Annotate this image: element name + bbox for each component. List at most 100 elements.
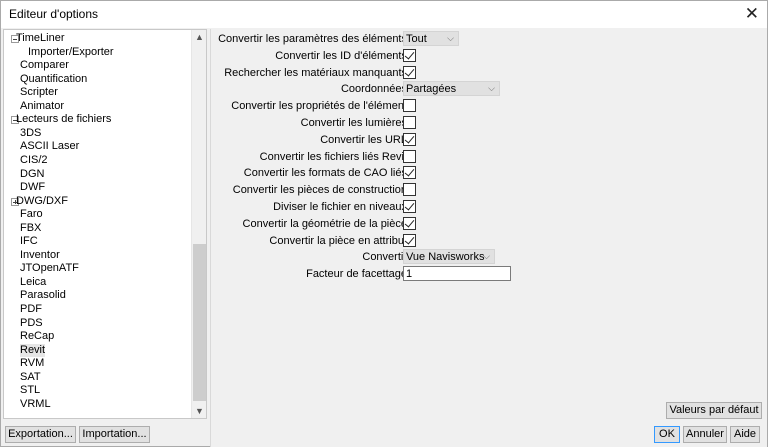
dropdown-value: Partagées xyxy=(406,83,457,96)
input-value: 1 xyxy=(406,268,413,281)
tree-item[interactable]: JTOpenATF xyxy=(4,262,192,275)
option-dropdown[interactable]: Tout ⌵ xyxy=(403,31,459,46)
tree-item[interactable]: PDS xyxy=(4,317,192,330)
tree-scrollbar[interactable]: ▲ ▼ xyxy=(191,30,206,418)
tree-item-label: Leica xyxy=(20,275,47,288)
tree-item[interactable]: ASCII Laser xyxy=(4,140,192,153)
tree-item[interactable]: Lecteurs de fichiers xyxy=(4,113,192,126)
tree-item[interactable]: DWG/DXF xyxy=(4,195,192,208)
option-checkbox[interactable] xyxy=(403,65,416,79)
scrollbar-thumb[interactable] xyxy=(193,244,206,401)
scroll-down-icon[interactable]: ▼ xyxy=(195,407,204,416)
option-row: Diviser le fichier en niveaux xyxy=(211,199,768,214)
options-tree: TimeLiner Importer/Exporter Comparer Quanti… xyxy=(3,29,207,419)
option-label: Convertir la géométrie de la pièce xyxy=(242,217,407,230)
option-label: Coordonnées xyxy=(340,83,407,96)
option-label: Convertir les formats de CAO liés xyxy=(243,167,407,180)
tree-item[interactable]: Quantification xyxy=(4,73,192,86)
option-row: Convertir les ID d'éléments xyxy=(211,48,768,63)
option-checkbox[interactable] xyxy=(403,216,416,230)
tree-item[interactable]: SAT xyxy=(4,371,192,384)
tree-item[interactable]: Leica xyxy=(4,276,192,289)
export-button[interactable]: Exportation... xyxy=(5,426,76,443)
tree-item-label: ReCap xyxy=(20,330,55,343)
option-row: Coordonnées Partagées ⌵ xyxy=(211,81,768,97)
ok-button[interactable]: OK xyxy=(654,426,680,443)
tree-item[interactable]: IFC xyxy=(4,235,192,248)
tree-item-label: IFC xyxy=(20,235,38,248)
option-checkbox[interactable] xyxy=(403,200,416,213)
tree-item[interactable]: VRML xyxy=(4,398,192,411)
tree-item[interactable]: 3DS xyxy=(4,127,192,140)
option-checkbox[interactable] xyxy=(403,116,416,129)
tree-item[interactable]: Scripter xyxy=(4,86,192,99)
tree-item[interactable]: PDF xyxy=(4,303,192,316)
tree-item[interactable]: Animator xyxy=(4,100,192,113)
facet-factor-input[interactable]: 1 xyxy=(403,266,511,282)
import-button[interactable]: Importation... xyxy=(79,426,150,443)
tree-item[interactable]: TimeLiner xyxy=(4,32,192,45)
tree-item[interactable]: Importer/Exporter xyxy=(4,46,192,59)
tree-item[interactable]: DGN xyxy=(4,168,192,181)
scroll-up-icon[interactable]: ▲ xyxy=(195,33,204,42)
tree-item-label: Animator xyxy=(20,99,65,112)
chevron-down-icon[interactable]: ⌵ xyxy=(483,251,490,262)
option-row: Convertir les propriétés de l'élément xyxy=(211,98,768,113)
option-dropdown[interactable]: Partagées ⌵ xyxy=(403,81,500,97)
option-checkbox[interactable] xyxy=(403,166,416,180)
tree-item[interactable]: Comparer xyxy=(4,59,192,72)
tree-item-label: 3DS xyxy=(20,126,42,139)
option-checkbox[interactable] xyxy=(403,233,416,247)
option-checkbox[interactable] xyxy=(403,149,416,163)
chevron-down-icon[interactable]: ⌵ xyxy=(447,33,454,44)
option-label: Convertir les pièces de construction xyxy=(232,184,407,197)
tree-item-label: TimeLiner xyxy=(16,32,65,44)
tree-item[interactable]: DWF xyxy=(4,181,192,194)
tree-item-label: Parasolid xyxy=(20,289,66,302)
tree-item[interactable]: RVM xyxy=(4,357,192,370)
option-label: Convertir les propriétés de l'élément xyxy=(231,100,407,113)
revit-options-panel: Convertir les paramètres des éléments Tou… xyxy=(210,29,767,447)
option-label: Facteur de facettage xyxy=(306,268,407,281)
option-label: Convertir la pièce en attribut xyxy=(269,234,407,247)
dropdown-value: Vue Navisworks xyxy=(406,251,485,264)
tree-item-label: Comparer xyxy=(20,59,69,72)
tree-item[interactable]: STL xyxy=(4,384,192,397)
tree-item[interactable]: Parasolid xyxy=(4,289,192,302)
chevron-down-icon[interactable]: ⌵ xyxy=(488,83,495,94)
tree-item-label: Faro xyxy=(20,208,43,221)
option-row: Convertir les pièces de construction xyxy=(211,182,768,197)
option-checkbox[interactable] xyxy=(403,48,416,62)
cancel-button[interactable]: Annuler xyxy=(683,426,727,443)
option-row: Convertir la géométrie de la pièce xyxy=(211,216,768,231)
tree-item-label: DWF xyxy=(20,181,46,194)
option-label: Convertir les paramètres des éléments xyxy=(218,33,407,45)
tree-item-label: Revit xyxy=(20,343,46,357)
tree-item[interactable]: ReCap xyxy=(4,330,192,343)
tree-item[interactable]: CIS/2 xyxy=(4,154,192,167)
option-row: Convertir les fichiers liés Revit xyxy=(211,149,768,164)
option-label: Convertir les URL xyxy=(320,133,407,146)
title-bar: Editeur d'options ✕ xyxy=(1,1,767,28)
option-checkbox[interactable] xyxy=(403,132,416,146)
option-dropdown[interactable]: Vue Navisworks ⌵ xyxy=(403,249,495,265)
option-row: Convertir les URL xyxy=(211,132,768,147)
tree-item-label: DGN xyxy=(20,167,45,180)
close-icon[interactable]: ✕ xyxy=(745,4,759,24)
tree-item-label: PDF xyxy=(20,303,42,315)
help-button[interactable]: Aide xyxy=(730,426,760,443)
tree-item[interactable]: Inventor xyxy=(4,249,192,262)
option-row: Convertir les lumières xyxy=(211,115,768,130)
option-label: Diviser le fichier en niveaux xyxy=(273,201,407,213)
option-checkbox[interactable] xyxy=(403,183,416,197)
defaults-button[interactable]: Valeurs par défaut xyxy=(666,402,762,419)
option-row: Convertir la pièce en attribut xyxy=(211,233,768,248)
option-row: Convertir Vue Navisworks ⌵ xyxy=(211,249,768,265)
tree-item-label: Scripter xyxy=(20,86,58,99)
window-title: Editeur d'options xyxy=(9,7,99,21)
tree-item-label: STL xyxy=(20,384,41,397)
tree-item[interactable]: Revit xyxy=(4,343,192,357)
tree-item[interactable]: FBX xyxy=(4,222,192,235)
tree-item[interactable]: Faro xyxy=(4,208,192,221)
option-checkbox[interactable] xyxy=(403,99,416,113)
